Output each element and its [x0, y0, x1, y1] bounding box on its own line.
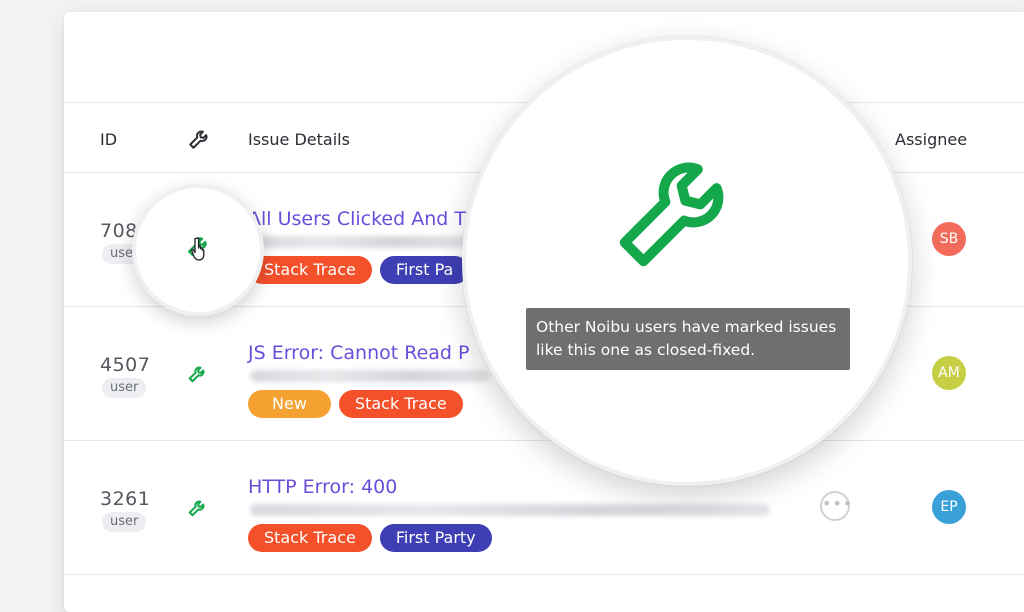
- column-header-issue-details[interactable]: Issue Details: [248, 130, 350, 149]
- tag-stack-trace[interactable]: Stack Trace: [248, 524, 372, 552]
- tag-list: Stack Trace First Party: [248, 524, 492, 552]
- issue-title-link[interactable]: HTTP Error: 400: [248, 476, 397, 498]
- tag-stack-trace[interactable]: Stack Trace: [338, 390, 463, 418]
- issue-id: 4507: [100, 354, 151, 376]
- more-options-icon[interactable]: •••: [820, 491, 852, 521]
- tag-first-party[interactable]: First Party: [379, 524, 492, 552]
- issue-id: 3261: [100, 488, 151, 510]
- issue-title-link[interactable]: All Users Clicked And T: [248, 208, 466, 230]
- issue-title-link[interactable]: JS Error: Cannot Read P: [248, 342, 469, 364]
- blurred-url: [250, 504, 770, 516]
- column-header-id[interactable]: ID: [100, 130, 117, 149]
- cursor-magnifier: [132, 184, 264, 316]
- tag-stack-trace[interactable]: Stack Trace: [248, 256, 372, 284]
- tag-first-party[interactable]: First Pa: [379, 256, 470, 284]
- tag-list: New Stack Trace: [248, 390, 463, 418]
- hand-cursor-icon: [191, 237, 205, 261]
- column-header-assignee[interactable]: Assignee: [895, 130, 967, 149]
- assignee-avatar[interactable]: AM: [932, 356, 966, 390]
- row-divider: [64, 574, 1024, 575]
- tag-list: Stack Trace First Pa: [248, 256, 470, 284]
- assignee-avatar[interactable]: SB: [932, 222, 966, 256]
- assignee-avatar[interactable]: EP: [932, 490, 966, 524]
- closed-fixed-wrench-icon[interactable]: [187, 496, 209, 518]
- source-badge: user: [102, 512, 147, 532]
- tooltip: Other Noibu users have marked issues lik…: [526, 308, 850, 370]
- tag-new[interactable]: New: [248, 390, 331, 418]
- table-row[interactable]: 3261 user HTTP Error: 400 Stack Trace Fi…: [64, 440, 1024, 574]
- wrench-icon: [189, 130, 208, 149]
- wrench-icon: [619, 162, 724, 267]
- blurred-url: [250, 370, 490, 382]
- magnifier-lens: Other Noibu users have marked issues lik…: [462, 36, 912, 486]
- source-badge: user: [102, 378, 147, 398]
- closed-fixed-wrench-icon[interactable]: [187, 362, 209, 384]
- blurred-url: [250, 236, 470, 248]
